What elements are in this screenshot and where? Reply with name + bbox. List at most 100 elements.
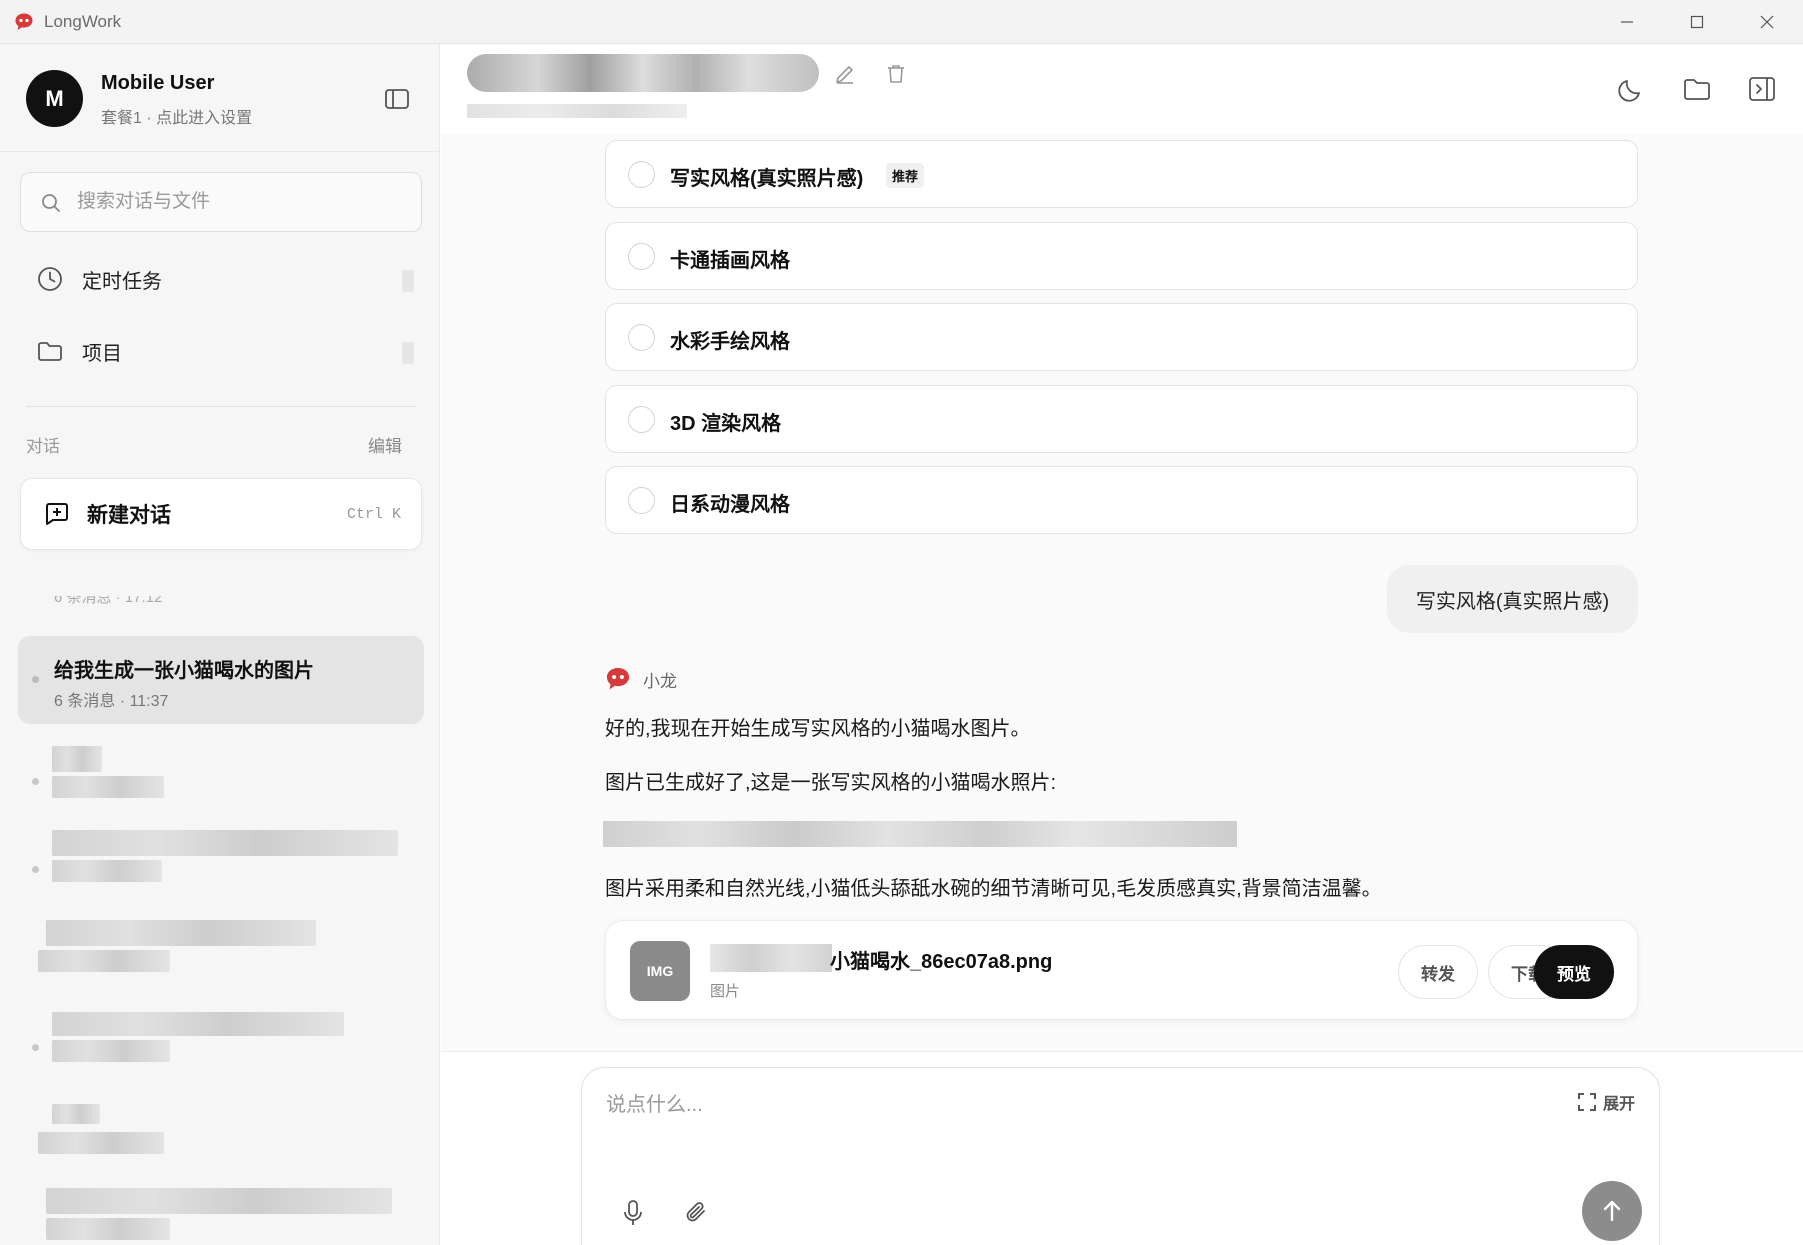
redacted-link[interactable] <box>603 821 1237 847</box>
profile-header[interactable]: M Mobile User 套餐1 · 点此进入设置 <box>0 44 439 152</box>
redacted-text <box>38 1132 164 1154</box>
sidebar-item-label: 项目 <box>82 342 122 365</box>
style-option-realistic[interactable]: 写实风格(真实照片感) 推荐 <box>605 140 1638 208</box>
assistant-header: 小龙 <box>605 664 677 694</box>
search-icon <box>40 192 62 219</box>
search-box[interactable] <box>20 172 422 232</box>
radio-button[interactable] <box>628 243 655 270</box>
minimize-icon <box>1621 21 1633 23</box>
radio-button[interactable] <box>628 324 655 351</box>
redacted-text <box>52 860 162 882</box>
moon-icon <box>1618 80 1640 102</box>
edit-title-button[interactable] <box>833 62 857 91</box>
app-logo-icon <box>14 12 34 32</box>
file-attachment-card: IMG 小猫喝水_86ec07a8.png 图片 转发 下载 预览 <box>605 920 1638 1020</box>
conversation-dot <box>32 778 39 785</box>
forward-button[interactable]: 转发 <box>1398 945 1478 999</box>
conversation-item-redacted[interactable] <box>18 1098 424 1178</box>
option-label: 卡通插画风格 <box>670 250 790 272</box>
folder-icon <box>34 335 66 367</box>
minimize-button[interactable] <box>1592 0 1662 44</box>
open-folder-button[interactable] <box>1680 72 1714 106</box>
dark-mode-button[interactable] <box>1614 72 1648 106</box>
sidebar-panel-icon <box>385 89 409 109</box>
sidebar-item-projects[interactable]: 项目 <box>20 322 422 380</box>
assistant-name: 小龙 <box>643 671 677 691</box>
new-chat-label: 新建对话 <box>87 504 171 527</box>
message-input[interactable] <box>606 1088 1406 1148</box>
voice-input-button[interactable] <box>618 1198 648 1233</box>
redacted-text <box>52 1104 100 1124</box>
sidebar-item-scheduled-tasks[interactable]: 定时任务 <box>20 250 422 308</box>
user-plan[interactable]: 套餐1 · 点此进入设置 <box>101 104 252 128</box>
trash-icon <box>888 65 904 83</box>
option-label: 日系动漫风格 <box>670 494 790 516</box>
expand-composer-button[interactable]: 展开 <box>1577 1090 1635 1114</box>
new-chat-shortcut: Ctrl K <box>346 505 401 523</box>
paperclip-icon <box>686 1202 705 1222</box>
style-option-watercolor[interactable]: 水彩手绘风格 <box>605 303 1638 371</box>
assistant-message-line: 好的,我现在开始生成写实风格的小猫喝水图片。 <box>605 718 1031 740</box>
style-option-cartoon[interactable]: 卡通插画风格 <box>605 222 1638 290</box>
new-chat-icon <box>43 500 71 528</box>
redacted-filename-prefix <box>710 944 832 972</box>
redacted-text <box>52 776 164 798</box>
conversation-item-redacted[interactable] <box>18 1184 424 1245</box>
maximize-icon <box>1690 15 1704 29</box>
search-input[interactable] <box>77 173 407 231</box>
radio-button[interactable] <box>628 487 655 514</box>
conversation-item-redacted[interactable] <box>18 1008 424 1088</box>
microphone-icon <box>624 1200 642 1225</box>
clock-icon <box>34 263 66 295</box>
conversation-item-redacted[interactable] <box>18 830 424 910</box>
close-icon <box>1760 15 1774 29</box>
close-button[interactable] <box>1732 0 1802 44</box>
toggle-sidebar-button[interactable] <box>382 84 412 114</box>
new-chat-button[interactable]: 新建对话 Ctrl K <box>20 478 422 550</box>
scroll-marker <box>402 342 414 364</box>
redacted-text <box>52 830 398 856</box>
redacted-text <box>46 920 316 946</box>
chat-header <box>441 44 1803 134</box>
redacted-text <box>46 1188 392 1214</box>
conversation-item-active[interactable]: 给我生成一张小猫喝水的图片 6 条消息 · 11:37 <box>18 636 424 724</box>
style-option-anime[interactable]: 日系动漫风格 <box>605 466 1638 534</box>
redacted-text <box>52 746 102 772</box>
sidebar-item-label: 定时任务 <box>82 270 162 293</box>
message-composer[interactable]: 展开 <box>581 1067 1660 1245</box>
conversation-item-redacted[interactable] <box>18 920 424 1000</box>
assistant-message-line: 图片采用柔和自然光线,小猫低头舔舐水碗的细节清晰可见,毛发质感真实,背景简洁温馨… <box>605 878 1382 900</box>
assistant-message-line: 图片已生成好了,这是一张写实风格的小猫喝水照片: <box>605 772 1057 794</box>
radio-button[interactable] <box>628 161 655 188</box>
folder-icon <box>1684 79 1710 100</box>
redacted-text <box>52 1040 170 1062</box>
delete-chat-button[interactable] <box>884 62 908 91</box>
option-label: 水彩手绘风格 <box>670 331 790 353</box>
user-name: Mobile User <box>101 72 215 94</box>
option-label: 3D 渲染风格 <box>670 413 782 435</box>
chat-subtitle-redacted <box>467 104 687 118</box>
avatar[interactable]: M <box>26 70 83 127</box>
style-option-3d[interactable]: 3D 渲染风格 <box>605 385 1638 453</box>
send-button[interactable] <box>1582 1181 1642 1241</box>
maximize-button[interactable] <box>1662 0 1732 44</box>
right-panel-icon <box>1749 77 1775 101</box>
list-item-meta-partial: 6 条消息 · 17:12 <box>54 596 163 606</box>
pencil-icon <box>836 66 853 84</box>
recommended-badge: 推荐 <box>886 163 925 188</box>
file-name: 小猫喝水_86ec07a8.png <box>830 951 1053 973</box>
attach-file-button[interactable] <box>682 1198 712 1233</box>
conversations-section-label: 对话 <box>26 437 60 456</box>
conversation-dot <box>32 1044 39 1051</box>
image-file-thumbnail: IMG <box>630 941 690 1001</box>
assistant-logo-icon <box>606 667 630 690</box>
file-type: 图片 <box>710 983 741 1000</box>
expand-icon <box>1578 1093 1596 1111</box>
conversation-dot <box>32 676 39 683</box>
option-label: 写实风格(真实照片感) <box>670 168 864 190</box>
radio-button[interactable] <box>628 406 655 433</box>
preview-button[interactable]: 预览 <box>1534 945 1614 999</box>
conversation-item-redacted[interactable] <box>18 742 424 822</box>
edit-conversations-link[interactable]: 编辑 <box>368 432 402 457</box>
toggle-right-panel-button[interactable] <box>1745 72 1779 106</box>
